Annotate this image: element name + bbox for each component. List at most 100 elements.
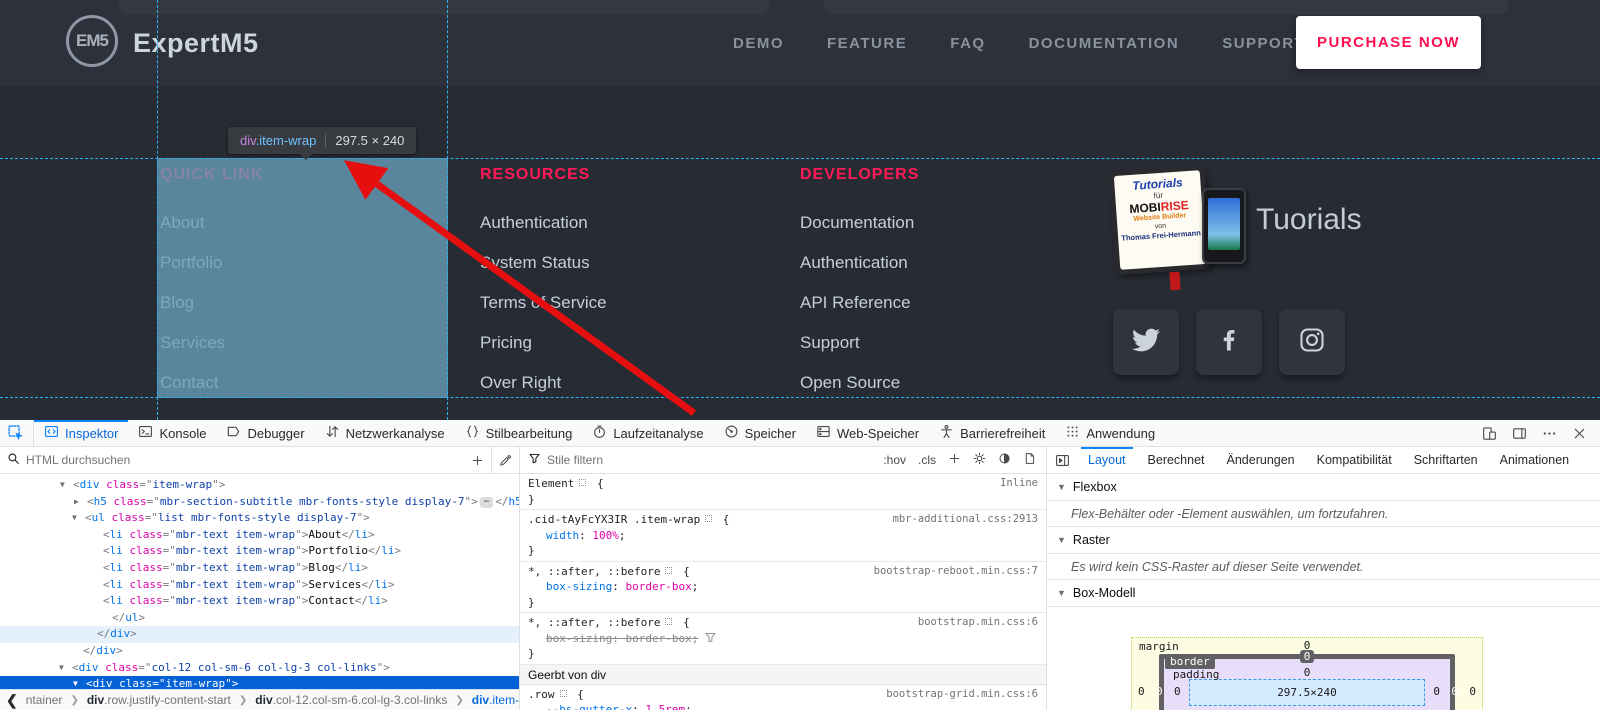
page-icon[interactable] — [1023, 452, 1036, 468]
tree-row[interactable]: </div> — [0, 626, 519, 643]
plus-icon[interactable] — [948, 452, 961, 468]
tree-row[interactable]: ▼<div class="item-wrap"> — [0, 477, 519, 494]
footer-link[interactable]: Documentation — [800, 214, 1100, 231]
footer-link[interactable]: Open Source — [800, 374, 1100, 391]
collapsed-content-pill[interactable]: ⋯ — [480, 497, 493, 508]
sidebar-tab-kompatibilität[interactable]: Kompatibilität — [1306, 447, 1403, 473]
style-filter-input[interactable]: Stile filtern — [547, 453, 603, 467]
rule-selector[interactable]: *, ::after, ::before — [528, 615, 660, 631]
tree-row[interactable]: </div> — [0, 643, 519, 660]
sidebar-tab-layout[interactable]: Layout — [1077, 447, 1137, 473]
box-model-content[interactable]: 297.5×240 — [1189, 679, 1425, 706]
tree-row[interactable]: ▼<div class="col-12 col-sm-6 col-lg-3 co… — [0, 660, 519, 677]
contrast-icon[interactable] — [998, 452, 1011, 468]
tree-row[interactable]: <li class="mbr-text item-wrap">Services<… — [0, 577, 519, 594]
toggle-hov[interactable]: :hov — [883, 453, 906, 467]
breadcrumb-item[interactable]: div.item-wrap — [472, 693, 519, 707]
twitter-button[interactable] — [1113, 309, 1179, 375]
footer-link[interactable]: Pricing — [480, 334, 780, 351]
rule-selector[interactable]: .cid-tAyFcYX3IR .item-wrap — [528, 512, 700, 528]
highlight-target-icon[interactable] — [705, 515, 712, 522]
footer-link[interactable]: Terms of Service — [480, 294, 780, 311]
expand-arrow-icon[interactable]: ▼ — [72, 510, 77, 527]
nav-item[interactable]: FAQ — [950, 35, 985, 52]
breadcrumb-item[interactable]: ntainer — [26, 693, 63, 707]
rule-selector[interactable]: Element — [528, 476, 574, 492]
tree-row[interactable]: <li class="mbr-text item-wrap">Blog</li> — [0, 560, 519, 577]
tab-konsole[interactable]: Konsole — [128, 420, 216, 446]
css-declaration[interactable]: box-sizing: border-box; — [528, 631, 1038, 647]
tab-barrierefreiheit[interactable]: Barrierefreiheit — [929, 420, 1055, 446]
section-raster[interactable]: ▼Raster — [1047, 527, 1600, 554]
sidebar-tab-animationen[interactable]: Animationen — [1489, 447, 1581, 473]
rule-source-link[interactable]: Inline — [1000, 476, 1038, 492]
padding-left-value[interactable]: 0 — [1174, 685, 1181, 698]
footer-link[interactable]: Over Right — [480, 374, 780, 391]
tree-row[interactable]: <li class="mbr-text item-wrap">About</li… — [0, 527, 519, 544]
brand-logo[interactable]: EM5 — [66, 15, 118, 67]
highlight-target-icon[interactable] — [665, 567, 672, 574]
tab-inspektor[interactable]: Inspektor — [34, 420, 128, 446]
tab-debugger[interactable]: Debugger — [216, 420, 314, 446]
css-declaration[interactable]: box-sizing: border-box; — [528, 579, 1038, 595]
padding-right-value[interactable]: 0 — [1433, 685, 1440, 698]
overridden-filter-icon[interactable] — [704, 631, 717, 647]
breadcrumb-scroll-left-icon[interactable]: ❮ — [6, 692, 18, 709]
nav-item[interactable]: SUPPORT — [1222, 35, 1305, 52]
footer-link[interactable]: Authentication — [480, 214, 780, 231]
tab-speicher[interactable]: Speicher — [714, 420, 806, 446]
dock-icon[interactable] — [1506, 421, 1532, 445]
style-filter-bar[interactable]: Stile filtern :hov .cls — [520, 447, 1047, 473]
close-icon[interactable] — [1566, 421, 1592, 445]
border-left-value[interactable]: 0 — [1156, 685, 1163, 698]
highlight-target-icon[interactable] — [560, 690, 567, 697]
rule-source-link[interactable]: bootstrap-grid.min.css:6 — [886, 687, 1038, 703]
border-top-value[interactable]: 0 — [1131, 650, 1483, 663]
facebook-button[interactable] — [1196, 309, 1262, 375]
border-right-value[interactable]: 0 — [1451, 685, 1458, 698]
rule-source-link[interactable]: bootstrap.min.css:6 — [918, 615, 1038, 631]
footer-link[interactable]: Support — [800, 334, 1100, 351]
purchase-now-button[interactable]: PURCHASE NOW — [1296, 16, 1481, 69]
sidebar-tab-änderungen[interactable]: Änderungen — [1216, 447, 1306, 473]
section-flexbox[interactable]: ▼Flexbox — [1047, 474, 1600, 501]
rule-selector[interactable]: *, ::after, ::before — [528, 564, 660, 580]
css-declaration[interactable]: width: 100%; — [528, 528, 1038, 544]
element-picker-button[interactable] — [0, 420, 34, 446]
collapse-arrow-icon[interactable]: ▶ — [74, 494, 79, 511]
tab-web-speicher[interactable]: Web-Speicher — [806, 420, 929, 446]
instagram-button[interactable] — [1279, 309, 1345, 375]
sun-icon[interactable] — [973, 452, 986, 468]
expand-arrow-icon[interactable]: ▼ — [60, 477, 65, 494]
tab-laufzeitanalyse[interactable]: Laufzeitanalyse — [582, 420, 713, 446]
margin-left-value[interactable]: 0 — [1138, 685, 1145, 698]
toggle-cls[interactable]: .cls — [918, 453, 936, 467]
sidebar-tab-schriftarten[interactable]: Schriftarten — [1403, 447, 1489, 473]
tree-row[interactable]: ▼<ul class="list mbr-fonts-style display… — [0, 510, 519, 527]
nav-item[interactable]: FEATURE — [827, 35, 907, 52]
css-declaration[interactable]: --bs-gutter-x: 1.5rem; — [528, 702, 1038, 710]
eyedropper-icon[interactable] — [491, 447, 519, 473]
tab-stilbearbeitung[interactable]: Stilbearbeitung — [455, 420, 583, 446]
tree-row[interactable]: <li class="mbr-text item-wrap">Portfolio… — [0, 543, 519, 560]
pane-toggle-icon[interactable] — [1047, 447, 1077, 473]
rule-source-link[interactable]: bootstrap-reboot.min.css:7 — [874, 564, 1038, 580]
tree-row[interactable]: <li class="mbr-text item-wrap">Contact</… — [0, 593, 519, 610]
html-search-bar[interactable]: HTML durchsuchen — [0, 447, 520, 473]
html-search-input[interactable]: HTML durchsuchen — [26, 453, 130, 467]
tutorials-image[interactable]: Tutorials für MOBIRISE Website Builder v… — [1112, 160, 1250, 284]
brand-name[interactable]: ExpertM5 — [133, 28, 259, 59]
tree-row[interactable]: ▶<h5 class="mbr-section-subtitle mbr-fon… — [0, 494, 519, 511]
rule-selector[interactable]: .row — [528, 687, 555, 703]
highlight-target-icon[interactable] — [579, 479, 586, 486]
footer-link[interactable]: System Status — [480, 254, 780, 271]
breadcrumb-item[interactable]: div.col-12.col-sm-6.col-lg-3.col-links — [255, 693, 447, 707]
responsive-icon[interactable] — [1476, 421, 1502, 445]
tab-netzwerkanalyse[interactable]: Netzwerkanalyse — [315, 420, 455, 446]
footer-link[interactable]: Authentication — [800, 254, 1100, 271]
rule-source-link[interactable]: mbr-additional.css:2913 — [893, 512, 1038, 528]
nav-item[interactable]: DEMO — [733, 35, 784, 52]
add-node-button[interactable] — [463, 447, 491, 473]
nav-item[interactable]: DOCUMENTATION — [1029, 35, 1180, 52]
expand-arrow-icon[interactable]: ▼ — [59, 660, 64, 677]
